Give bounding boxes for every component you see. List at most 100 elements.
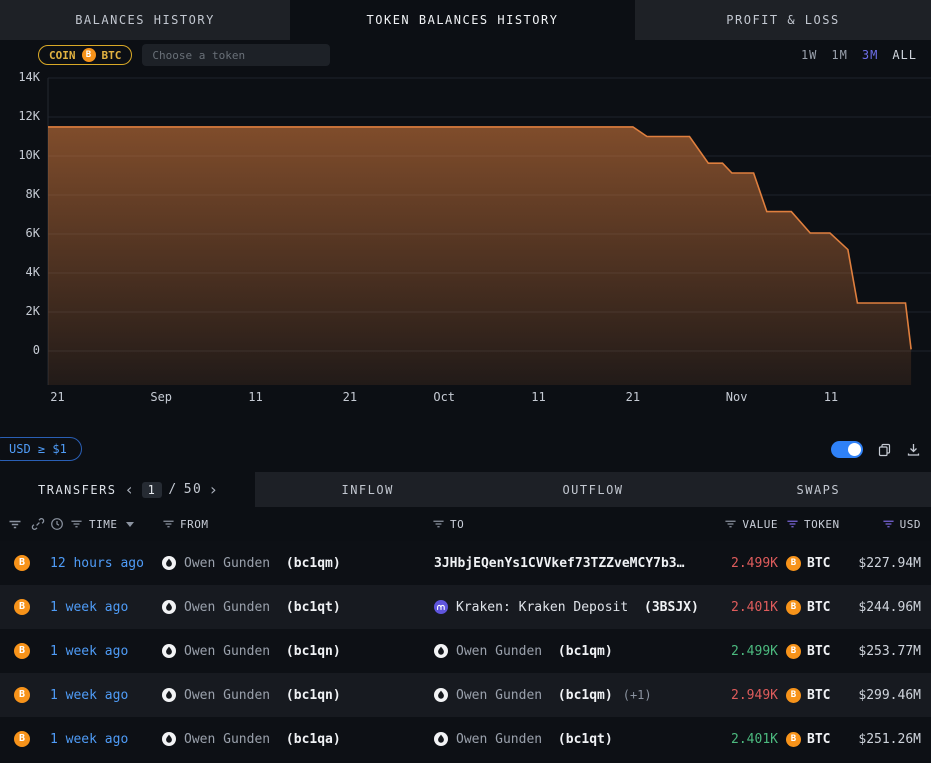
from-entity-name: Owen Gunden xyxy=(184,600,270,615)
clock-icon[interactable] xyxy=(50,517,64,531)
from-entity[interactable]: Owen Gunden (bc1qm) xyxy=(158,556,430,571)
token-search-input[interactable] xyxy=(142,44,330,66)
bitcoin-icon: B xyxy=(14,599,30,615)
transfer-time-link[interactable]: 1 week ago xyxy=(44,644,158,659)
bitcoin-icon: B xyxy=(14,555,30,571)
chart-canvas[interactable] xyxy=(0,70,931,385)
filter-all-icon[interactable] xyxy=(8,518,22,531)
transfer-time-link[interactable]: 12 hours ago xyxy=(44,556,158,571)
transfer-value: 2.401K xyxy=(726,732,782,747)
tab-outflow[interactable]: OUTFLOW xyxy=(480,472,705,507)
range-button-3m[interactable]: 3M xyxy=(862,48,878,62)
entity-icon xyxy=(162,556,176,570)
to-address: 3JHbjEQenYs1CVVkef73TZZveMCY7b3… xyxy=(434,556,684,571)
copy-icon[interactable] xyxy=(877,442,892,457)
transfer-time-link[interactable]: 1 week ago xyxy=(44,732,158,747)
tab-transfers[interactable]: TRANSFERS ‹ 1 / 50 › xyxy=(0,472,255,507)
asset-icon-cell: B xyxy=(0,643,44,659)
from-entity-tag: (bc1qa) xyxy=(278,732,341,747)
from-entity-tag: (bc1qn) xyxy=(278,688,341,703)
header-from[interactable]: FROM xyxy=(180,518,209,531)
link-icon[interactable] xyxy=(31,517,45,531)
pagination: ‹ 1 / 50 › xyxy=(125,482,220,498)
coin-btc-chip[interactable]: COIN B BTC xyxy=(38,45,132,65)
to-entity-name: Kraken: Kraken Deposit xyxy=(456,600,628,615)
filter-from-icon[interactable] xyxy=(162,518,175,530)
bitcoin-icon: B xyxy=(14,687,30,703)
usd-value: $244.96M xyxy=(845,600,931,615)
transfer-time-link[interactable]: 1 week ago xyxy=(44,688,158,703)
filter-token-icon[interactable] xyxy=(786,518,799,530)
x-axis-tick: 11 xyxy=(531,390,545,404)
transfer-time-link[interactable]: 1 week ago xyxy=(44,600,158,615)
transfer-value: 2.949K xyxy=(726,688,782,703)
tab-swaps[interactable]: SWAPS xyxy=(706,472,931,507)
transfer-value: 2.401K xyxy=(726,600,782,615)
x-axis-tick: Oct xyxy=(433,390,455,404)
entity-icon xyxy=(162,644,176,658)
time-sort-caret-icon[interactable] xyxy=(126,522,134,527)
download-icon[interactable] xyxy=(906,442,921,457)
from-entity[interactable]: Owen Gunden (bc1qn) xyxy=(158,688,430,703)
bitcoin-icon: B xyxy=(786,732,801,747)
time-range-selector: 1W 1M 3M ALL xyxy=(801,48,921,62)
to-entity[interactable]: Owen Gunden (bc1qt) xyxy=(430,732,726,747)
range-button-1m[interactable]: 1M xyxy=(831,48,847,62)
filter-to-icon[interactable] xyxy=(432,518,445,530)
coin-chip-label: COIN xyxy=(49,49,76,62)
chart-controls: COIN B BTC 1W 1M 3M ALL xyxy=(0,40,931,70)
x-axis-tick: 21 xyxy=(626,390,640,404)
range-button-all[interactable]: ALL xyxy=(892,48,917,62)
entity-icon xyxy=(162,600,176,614)
tab-inflow[interactable]: INFLOW xyxy=(255,472,480,507)
range-button-1w[interactable]: 1W xyxy=(801,48,817,62)
from-entity-tag: (bc1qn) xyxy=(278,644,341,659)
tab-token-balances-history[interactable]: TOKEN BALANCES HISTORY xyxy=(290,0,635,40)
prev-page-icon[interactable]: ‹ xyxy=(125,482,136,498)
tab-profit-loss[interactable]: PROFIT & LOSS xyxy=(635,0,931,40)
to-entity[interactable]: Kraken: Kraken Deposit (3BSJX) xyxy=(430,600,726,615)
to-entity-name: Owen Gunden xyxy=(456,644,542,659)
table-row[interactable]: B1 week agoOwen Gunden (bc1qa)Owen Gunde… xyxy=(0,717,931,761)
bitcoin-icon: B xyxy=(14,643,30,659)
header-to[interactable]: TO xyxy=(450,518,464,531)
balance-area-fill xyxy=(48,127,911,385)
from-entity-tag: (bc1qm) xyxy=(278,556,341,571)
balance-history-chart[interactable]: 02K4K6K8K10K12K14K21Sep1121Oct1121Nov11 xyxy=(0,70,931,415)
header-token[interactable]: TOKEN xyxy=(804,518,840,531)
token-cell: BBTC xyxy=(782,688,845,703)
usd-min-filter-chip[interactable]: USD ≥ $1 xyxy=(0,437,82,461)
to-entity-name: Owen Gunden xyxy=(456,732,542,747)
from-entity[interactable]: Owen Gunden (bc1qa) xyxy=(158,732,430,747)
usd-value: $251.26M xyxy=(845,732,931,747)
asset-icon-cell: B xyxy=(0,599,44,615)
asset-icon-cell: B xyxy=(0,687,44,703)
token-symbol: BTC xyxy=(807,600,830,615)
token-cell: BBTC xyxy=(782,644,845,659)
to-entity[interactable]: 3JHbjEQenYs1CVVkef73TZZveMCY7b3… xyxy=(430,556,726,571)
usd-value: $227.94M xyxy=(845,556,931,571)
tab-balances-history[interactable]: BALANCES HISTORY xyxy=(0,0,290,40)
to-entity[interactable]: Owen Gunden (bc1qm) xyxy=(430,644,726,659)
top-tab-bar: BALANCES HISTORY TOKEN BALANCES HISTORY … xyxy=(0,0,931,40)
table-row[interactable]: B 12 hours agoOwen Gunden (bc1qm) 3JHbjEQe… xyxy=(0,541,931,585)
transfers-label: TRANSFERS xyxy=(38,483,117,497)
header-value[interactable]: VALUE xyxy=(742,518,778,531)
filter-usd-icon[interactable] xyxy=(882,518,895,530)
filter-time-icon[interactable] xyxy=(70,518,83,530)
header-time[interactable]: TIME xyxy=(89,518,118,531)
table-row[interactable]: B 1 week agoOwen Gunden (bc1qn)Owen Gunde… xyxy=(0,673,931,717)
x-axis-tick: Nov xyxy=(726,390,748,404)
from-entity[interactable]: Owen Gunden (bc1qn) xyxy=(158,644,430,659)
table-row[interactable]: B1 week agoOwen Gunden (bc1qn)Owen Gunde… xyxy=(0,629,931,673)
header-usd[interactable]: USD xyxy=(900,518,921,531)
table-row[interactable]: B1 week agoOwen Gunden (bc1qt)Kraken: Kr… xyxy=(0,585,931,629)
transfer-value: 2.499K xyxy=(726,556,782,571)
page-separator: / xyxy=(168,482,177,497)
to-entity[interactable]: Owen Gunden (bc1qm)(+1) xyxy=(430,688,726,703)
from-entity[interactable]: Owen Gunden (bc1qt) xyxy=(158,600,430,615)
filter-value-icon[interactable] xyxy=(724,518,737,530)
token-symbol: BTC xyxy=(807,644,830,659)
next-page-icon[interactable]: › xyxy=(208,482,219,498)
chart-toggle-switch[interactable] xyxy=(831,441,863,458)
